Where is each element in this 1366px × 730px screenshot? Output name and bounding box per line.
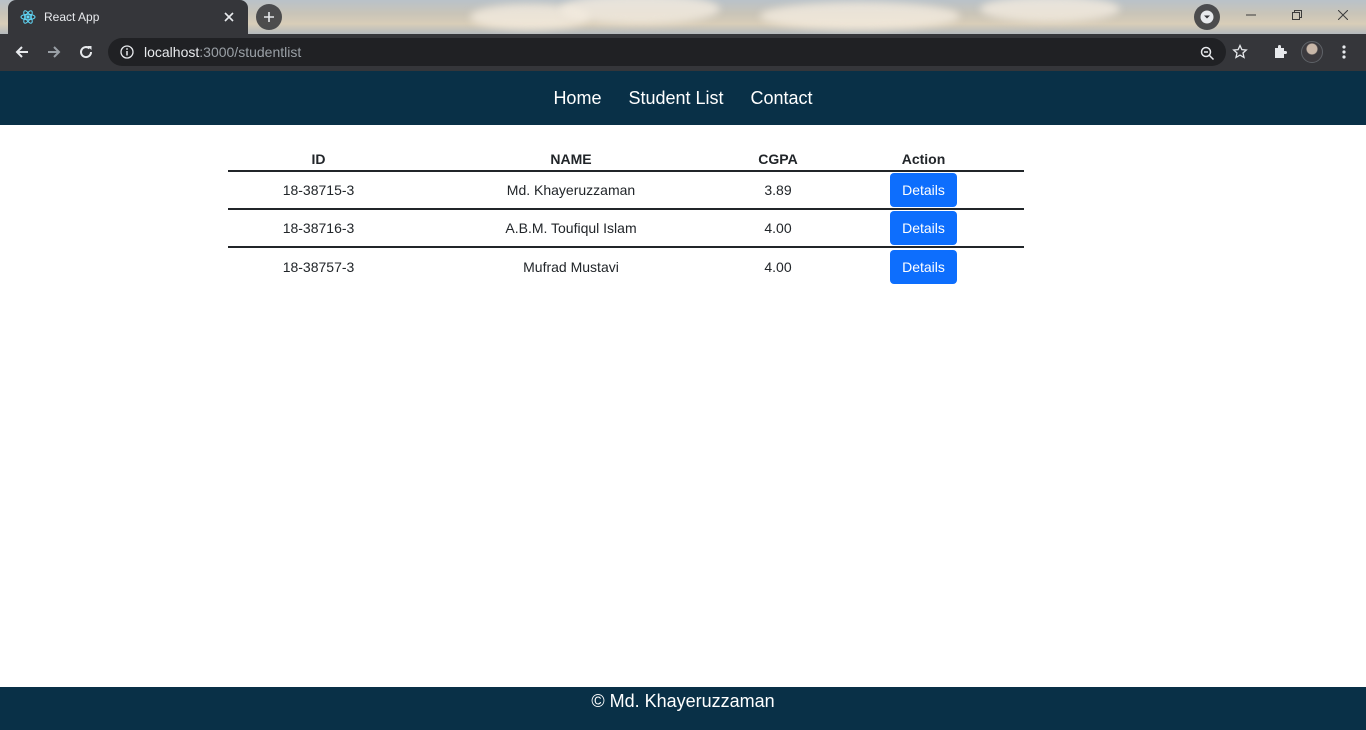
zoom-icon[interactable] — [1198, 44, 1216, 62]
restore-button[interactable] — [1274, 0, 1320, 30]
bookmark-star-button[interactable] — [1226, 38, 1254, 66]
details-button[interactable]: Details — [890, 249, 957, 284]
tab-title: React App — [44, 10, 100, 24]
arrow-left-icon — [15, 46, 28, 58]
details-button[interactable]: Details — [890, 173, 957, 207]
cell-cgpa: 4.00 — [733, 209, 823, 248]
avatar — [1301, 41, 1323, 63]
header-name: NAME — [409, 147, 733, 172]
table-row: 18-38716-3 A.B.M. Toufiqul Islam 4.00 De… — [228, 209, 1024, 248]
student-table-container: ID NAME CGPA Action 18-38715-3 Md. Khaye… — [228, 147, 1024, 285]
page-footer: © Md. Khayeruzzaman — [0, 687, 1366, 730]
browser-titlebar: React App — [0, 0, 1366, 34]
cell-name: A.B.M. Toufiqul Islam — [409, 209, 733, 248]
header-action: Action — [823, 147, 1024, 172]
table-row: 18-38715-3 Md. Khayeruzzaman 3.89 Detail… — [228, 171, 1024, 210]
puzzle-icon — [1275, 45, 1287, 58]
cell-id: 18-38716-3 — [228, 209, 409, 248]
react-logo-icon — [20, 9, 36, 25]
cell-action: Details — [823, 209, 1024, 248]
new-tab-button[interactable] — [256, 4, 282, 30]
tab-search-button[interactable] — [1194, 4, 1220, 30]
url-text[interactable]: localhost:3000/studentlist — [144, 44, 301, 60]
kebab-menu-icon — [1342, 45, 1346, 59]
footer-copyright: © Md. Khayeruzzaman — [591, 691, 775, 711]
minimize-icon — [1246, 14, 1256, 16]
menu-button[interactable] — [1330, 38, 1358, 66]
back-button[interactable] — [8, 38, 36, 66]
cell-action: Details — [823, 171, 1024, 210]
cell-id: 18-38715-3 — [228, 171, 409, 210]
address-bar[interactable]: localhost:3000/studentlist — [108, 38, 1226, 66]
star-icon — [1232, 44, 1248, 59]
window-close-button[interactable] — [1320, 0, 1366, 30]
chevron-down-icon — [1200, 10, 1214, 24]
minimize-button[interactable] — [1228, 0, 1274, 30]
browser-tab[interactable]: React App — [8, 0, 248, 34]
restore-icon — [1292, 10, 1302, 20]
cell-cgpa: 3.89 — [733, 171, 823, 210]
extensions-button[interactable] — [1266, 38, 1294, 66]
student-table: ID NAME CGPA Action 18-38715-3 Md. Khaye… — [228, 147, 1024, 285]
cell-cgpa: 4.00 — [764, 258, 792, 275]
nav-link-home[interactable]: Home — [553, 88, 601, 109]
profile-button[interactable] — [1298, 38, 1326, 66]
nav-link-student-list[interactable]: Student List — [628, 88, 723, 109]
info-icon[interactable] — [120, 45, 134, 59]
reload-button[interactable] — [72, 38, 100, 66]
forward-button[interactable] — [40, 38, 68, 66]
header-cgpa: CGPA — [733, 147, 823, 172]
browser-toolbar: localhost:3000/studentlist — [0, 34, 1366, 71]
arrow-right-icon — [48, 46, 61, 58]
close-icon — [1338, 10, 1348, 20]
close-icon[interactable] — [220, 8, 238, 26]
cell-name: Md. Khayeruzzaman — [409, 171, 733, 210]
header-id: ID — [228, 147, 409, 172]
details-button[interactable]: Details — [890, 211, 957, 245]
table-header-row: ID NAME CGPA Action — [228, 147, 1024, 172]
plus-icon — [264, 12, 274, 22]
cell-action: Details — [823, 247, 1024, 285]
main-navbar: Home Student List Contact — [0, 71, 1366, 125]
cell-name: Mufrad Mustavi — [523, 258, 619, 275]
table-row: 18-38757-3 Mufrad Mustavi 4.00 Details — [228, 247, 1024, 285]
nav-link-contact[interactable]: Contact — [751, 88, 813, 109]
cell-id: 18-38757-3 — [282, 258, 355, 275]
reload-icon — [80, 46, 93, 59]
